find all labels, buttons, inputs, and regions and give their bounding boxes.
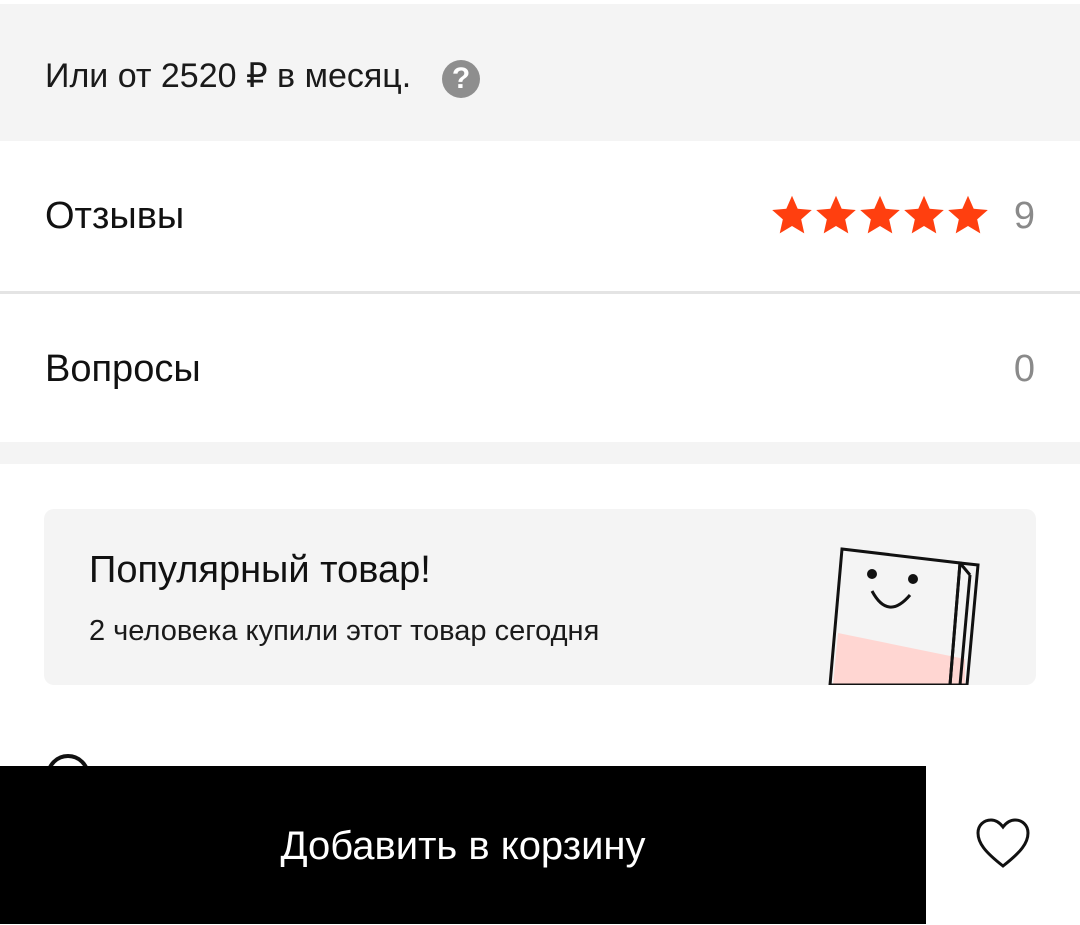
- star-icon: [904, 195, 944, 234]
- add-to-cart-button[interactable]: Добавить в корзину: [0, 766, 926, 924]
- star-icon: [948, 195, 988, 234]
- star-icon: [860, 195, 900, 234]
- popular-title: Популярный товар!: [89, 549, 431, 591]
- star-icon: [772, 195, 812, 234]
- popular-subtitle: 2 человека купили этот товар сегодня: [89, 615, 600, 647]
- installment-text: Или от 2520 ₽ в месяц.: [45, 57, 412, 95]
- section-divider: [0, 442, 1080, 464]
- questions-row[interactable]: Вопросы 0: [0, 294, 1080, 442]
- rating-stars: [770, 193, 990, 237]
- reviews-count: 9: [1013, 195, 1035, 237]
- star-icon: [816, 195, 856, 234]
- help-icon[interactable]: ?: [442, 60, 480, 98]
- reviews-label: Отзывы: [45, 195, 185, 237]
- popular-product-card: Популярный товар! 2 человека купили этот…: [44, 509, 1036, 685]
- heart-outline-icon: [976, 818, 1030, 868]
- installment-banner: Или от 2520 ₽ в месяц. ?: [0, 0, 1080, 141]
- questions-label: Вопросы: [45, 348, 201, 390]
- favorite-button[interactable]: [926, 766, 1080, 924]
- smiling-shopping-bag-icon: [828, 547, 980, 685]
- reviews-row[interactable]: Отзывы 9: [0, 141, 1080, 294]
- questions-count: 0: [1013, 348, 1035, 390]
